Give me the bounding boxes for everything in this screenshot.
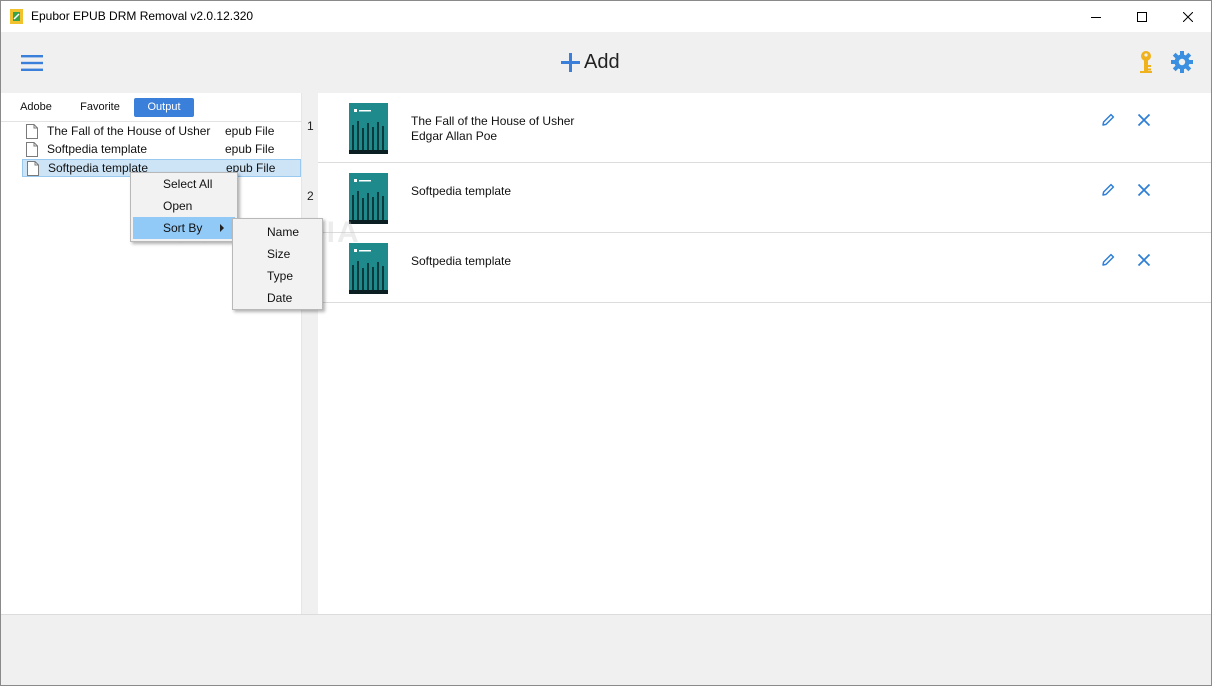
pencil-icon[interactable]	[1100, 182, 1116, 198]
file-name: Softpedia template	[47, 142, 148, 156]
close-window-icon	[1183, 11, 1193, 22]
submenu-arrow-icon	[220, 224, 224, 232]
file-icon	[27, 161, 39, 176]
app-window: Epubor EPUB DRM Removal v2.0.12.320 Add	[0, 0, 1212, 686]
menu-item-sort-by[interactable]: Sort By	[133, 217, 235, 239]
pencil-icon[interactable]	[1100, 112, 1116, 128]
minimize-icon	[1091, 16, 1101, 18]
tab-adobe[interactable]: Adobe	[11, 98, 61, 117]
book-cover	[349, 243, 388, 294]
close-icon[interactable]	[1137, 113, 1151, 127]
toolbar: Add	[1, 32, 1211, 93]
file-type: epub File	[225, 124, 275, 138]
minimize-button[interactable]	[1073, 1, 1119, 32]
menu-item-label: Size	[267, 247, 291, 261]
sort-by-size[interactable]: Size	[235, 243, 320, 265]
key-icon[interactable]	[1135, 50, 1157, 74]
add-label: Add	[584, 50, 620, 73]
book-title: The Fall of the House of Usher	[411, 114, 575, 128]
maximize-button[interactable]	[1119, 1, 1165, 32]
file-icon	[26, 142, 38, 157]
source-tabs: Adobe Favorite Output	[1, 93, 301, 122]
close-icon[interactable]	[1137, 183, 1151, 197]
close-window-button[interactable]	[1165, 1, 1211, 32]
sort-by-date[interactable]: Date	[235, 287, 320, 309]
sort-by-type[interactable]: Type	[235, 265, 320, 287]
tab-output[interactable]: Output	[134, 98, 194, 117]
row-number: 2	[307, 189, 314, 203]
menu-item-label: Sort By	[163, 221, 203, 235]
gear-icon[interactable]	[1170, 50, 1194, 74]
add-button[interactable]: Add	[560, 48, 620, 76]
status-bar	[1, 614, 1211, 685]
book-list: 1 The Fall of the House of Usher Edgar A…	[302, 93, 1211, 614]
file-icon	[26, 124, 38, 139]
book-cover	[349, 103, 388, 154]
book-row[interactable]: 1 The Fall of the House of Usher Edgar A…	[307, 93, 1211, 163]
book-author: Edgar Allan Poe	[411, 129, 498, 143]
close-icon[interactable]	[1137, 253, 1151, 267]
context-menu: Select All Open Sort By	[130, 172, 238, 242]
maximize-icon	[1137, 11, 1147, 22]
book-cover	[349, 173, 388, 224]
window-title: Epubor EPUB DRM Removal v2.0.12.320	[31, 9, 254, 23]
row-number: 1	[307, 119, 314, 133]
hamburger-icon[interactable]	[21, 53, 45, 73]
file-type: epub File	[225, 142, 275, 156]
book-row[interactable]: 2 Softpedia template	[307, 163, 1211, 233]
epubor-app-icon	[10, 9, 23, 24]
sort-by-name[interactable]: Name	[235, 221, 320, 243]
file-list-item[interactable]: The Fall of the House of Usher epub File	[22, 123, 301, 141]
book-title: Softpedia template	[411, 184, 512, 198]
file-list-item[interactable]: Softpedia template epub File	[22, 141, 301, 159]
tab-favorite[interactable]: Favorite	[71, 98, 129, 117]
title-bar: Epubor EPUB DRM Removal v2.0.12.320	[1, 1, 1211, 32]
menu-item-label: Open	[163, 199, 193, 213]
file-name: The Fall of the House of Usher	[47, 124, 211, 138]
book-title: Softpedia template	[411, 254, 512, 268]
menu-item-select-all[interactable]: Select All	[133, 173, 235, 195]
menu-item-label: Select All	[163, 177, 213, 191]
menu-item-label: Name	[267, 225, 300, 239]
menu-item-open[interactable]: Open	[133, 195, 235, 217]
menu-item-label: Date	[267, 291, 293, 305]
menu-item-label: Type	[267, 269, 294, 283]
plus-icon	[561, 52, 580, 72]
pencil-icon[interactable]	[1100, 252, 1116, 268]
sort-submenu: Name Size Type Date	[232, 218, 323, 310]
book-row[interactable]: Softpedia template	[318, 233, 1211, 303]
